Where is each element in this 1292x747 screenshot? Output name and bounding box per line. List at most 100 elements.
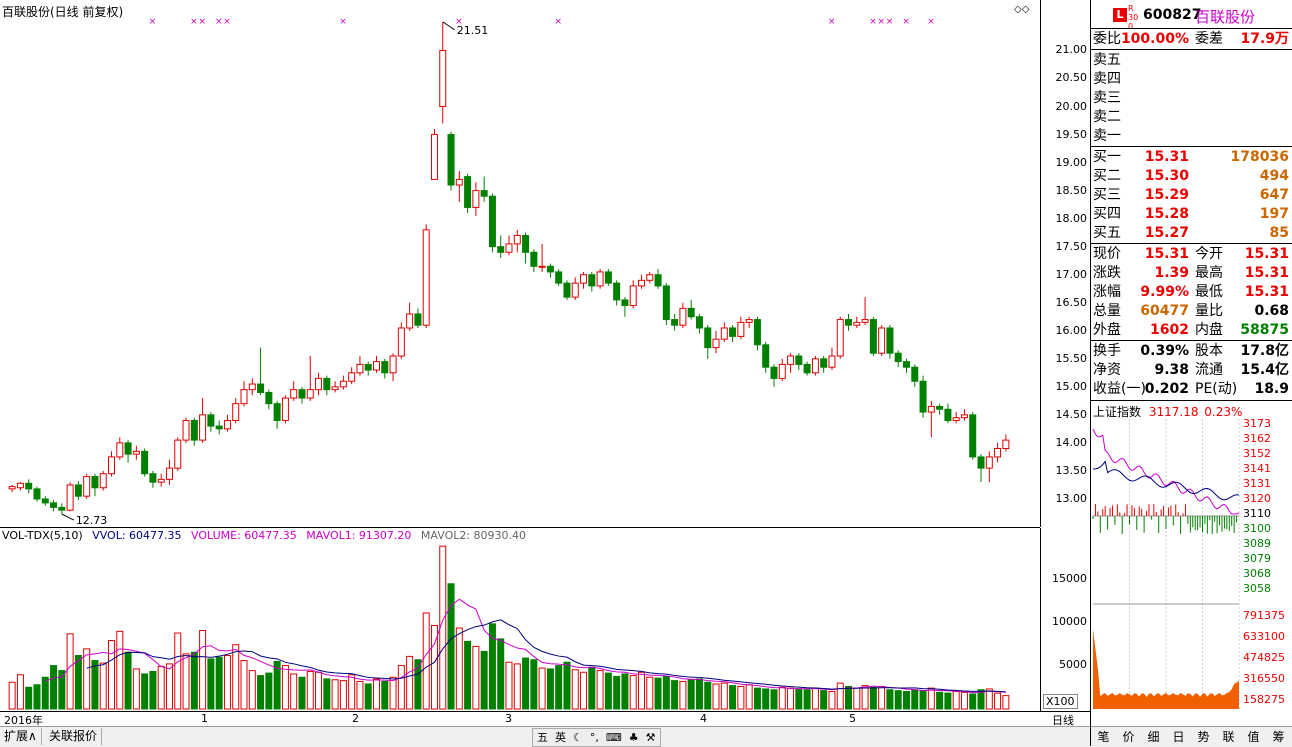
keyboard-icon[interactable]: ⌨ <box>606 731 622 744</box>
volume-bar <box>182 653 190 710</box>
stat-row: 总量 60477 量比 0.68 <box>1093 302 1291 321</box>
divider <box>1091 243 1292 244</box>
price-axis: 21.00 20.50 20.00 19.50 19.00 18.50 18.00 17.50… <box>1040 0 1091 527</box>
volume-chart[interactable]: VOL-TDX(5,10) VVOL: 60477.35 VOLUME: 604… <box>0 528 1040 711</box>
buy-row[interactable]: 买三 15.29 647 <box>1093 186 1291 205</box>
candle <box>364 361 372 376</box>
panel-tab[interactable]: 势 <box>1191 727 1216 747</box>
volume-canvas <box>8 545 1010 710</box>
volume-bar <box>894 690 902 710</box>
candle <box>447 131 455 191</box>
wrench-icon[interactable]: ⚒ <box>646 731 656 744</box>
volume-bar <box>99 662 107 710</box>
candle <box>878 325 886 357</box>
volume-bar <box>770 689 778 710</box>
chart-options-icon[interactable]: ◇◇ <box>1014 4 1029 15</box>
volume-bar <box>960 691 968 710</box>
candle <box>571 277 579 300</box>
volume-bar <box>944 692 952 710</box>
stat-label: 换手 <box>1093 343 1121 359</box>
volume-bar <box>74 655 82 710</box>
panel-tab[interactable]: 笔 <box>1091 727 1116 747</box>
candle <box>290 381 298 401</box>
candle <box>257 347 265 396</box>
panel-tab[interactable]: 值 <box>1241 727 1266 747</box>
ime-toolbar[interactable]: 五 英 ☾ °, ⌨ ♣ ⚒ <box>532 728 661 747</box>
volume-bar <box>381 680 389 710</box>
candle <box>853 316 861 328</box>
volume-bar <box>546 668 554 710</box>
candle <box>861 297 869 326</box>
volume-bar <box>41 676 49 710</box>
level-badge: L <box>1113 8 1127 22</box>
punctuation-icon[interactable]: °, <box>590 731 599 744</box>
volume-bar <box>315 671 323 710</box>
volume-bar <box>8 681 16 710</box>
volume-bar <box>207 658 215 710</box>
panel-tab[interactable]: 价 <box>1116 727 1141 747</box>
index-tick-label: 3079 <box>1243 552 1271 565</box>
volume-bar <box>406 655 414 710</box>
stat-label: 量比 <box>1195 303 1223 319</box>
candle <box>505 235 513 256</box>
ime-lang-icon[interactable]: 英 <box>555 731 566 744</box>
stat-label: PE(动) <box>1195 381 1238 397</box>
bottom-toolbar: 扩展∧ 关联报价 五 英 ☾ °, ⌨ ♣ ⚒ <box>0 726 1090 747</box>
candle <box>629 280 637 309</box>
user-icon[interactable]: ♣ <box>629 731 639 744</box>
candle <box>662 283 670 326</box>
stat-label: 股本 <box>1195 343 1223 359</box>
volume-bar <box>787 687 795 710</box>
kline-chart[interactable]: 百联股份(日线 前复权) × × × × × × × × × × × × × × 21.51 12.73 ◇◇ <box>0 0 1040 528</box>
signal-marker: × <box>149 17 157 27</box>
index-panel[interactable]: 上证指数 3117.18 0.23% 3173 3162 3152 3141 3131 3… <box>1091 401 1292 726</box>
volume-bar <box>33 684 41 710</box>
min-price-label: 12.73 <box>76 514 108 527</box>
volume-bar <box>240 660 248 710</box>
date-label: 1 <box>201 712 208 725</box>
candle <box>778 358 786 382</box>
volume-bar <box>613 675 621 710</box>
candle <box>190 417 198 446</box>
buy-row[interactable]: 买一 15.31 178036 <box>1093 148 1291 167</box>
stat-value: 0.68 <box>1254 303 1289 319</box>
candle <box>960 409 968 421</box>
index-tick-label: 316550 <box>1243 672 1285 685</box>
signal-marker: × <box>828 17 836 27</box>
moon-icon[interactable]: ☾ <box>573 731 583 744</box>
candle <box>223 414 231 432</box>
candle <box>99 470 107 491</box>
vol-tick-label: 15000 <box>1052 572 1087 585</box>
candle <box>1002 434 1010 452</box>
candle <box>25 479 33 494</box>
index-pct: 0.23% <box>1204 405 1243 419</box>
sell-row: 卖一 <box>1093 127 1291 146</box>
volume-bar <box>845 685 853 710</box>
index-tick-label: 3173 <box>1243 419 1271 430</box>
expand-button[interactable]: 扩展∧ <box>0 728 42 745</box>
volume-bar <box>331 679 339 710</box>
buy-volume: 494 <box>1259 168 1289 184</box>
panel-tab[interactable]: 日 <box>1166 727 1191 747</box>
candle <box>497 235 505 258</box>
volume-bar <box>555 665 563 710</box>
panel-tab[interactable]: 细 <box>1141 727 1166 747</box>
panel-tab[interactable]: 筹 <box>1266 727 1291 747</box>
buy-row[interactable]: 买五 15.27 85 <box>1093 224 1291 243</box>
stat-value: 0.39% <box>1140 343 1189 359</box>
candle <box>430 128 438 180</box>
ime-mode-icon[interactable]: 五 <box>537 731 548 744</box>
volume-bar <box>745 684 753 710</box>
stat-row: 现价 15.31 今开 15.31 <box>1093 245 1291 264</box>
candle <box>83 473 91 499</box>
candle <box>33 486 41 502</box>
related-quote-button[interactable]: 关联报价 <box>45 728 103 745</box>
volume-bar <box>505 661 513 710</box>
panel-tab[interactable]: 联 <box>1216 727 1241 747</box>
volume-bar <box>720 682 728 710</box>
volume-bar <box>348 674 356 710</box>
volume-bar <box>878 685 886 710</box>
buy-row[interactable]: 买四 15.28 197 <box>1093 205 1291 224</box>
buy-row[interactable]: 买二 15.30 494 <box>1093 167 1291 186</box>
volume-bar <box>588 666 596 710</box>
